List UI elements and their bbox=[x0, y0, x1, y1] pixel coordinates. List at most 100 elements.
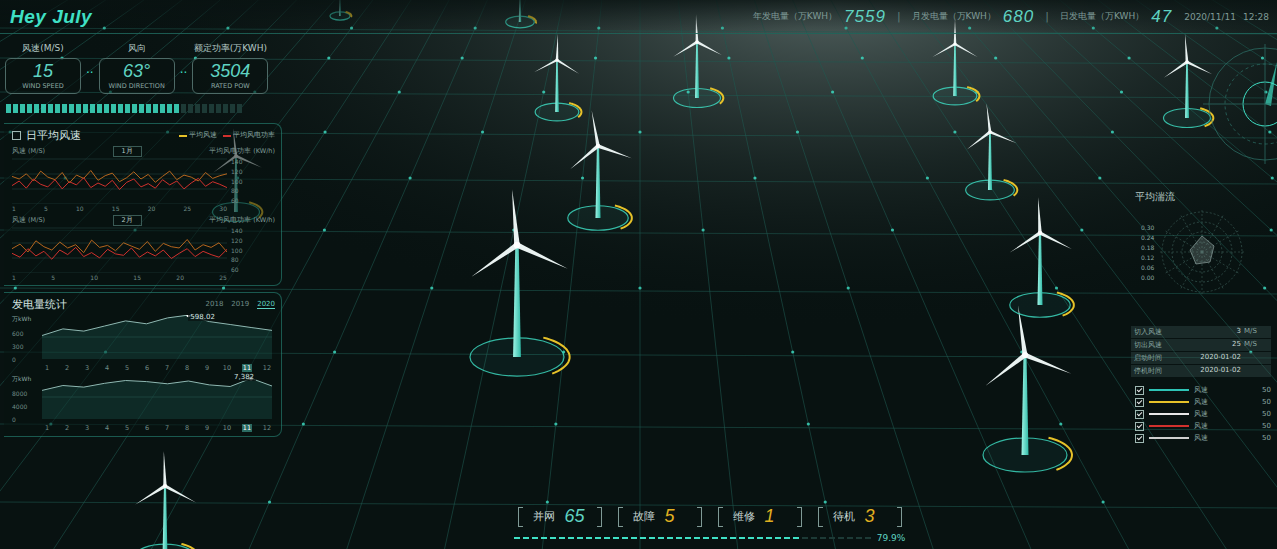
signal-segment bbox=[223, 104, 228, 113]
month-tick[interactable]: 3 bbox=[82, 364, 92, 372]
year-tab[interactable]: 2019 bbox=[231, 300, 249, 309]
wind-turbine[interactable] bbox=[1010, 197, 1074, 317]
wind-chart: 风速 (M/S) 1月 平均风电功率 (KW/h) 1401201008060 … bbox=[12, 146, 275, 212]
month-tick[interactable]: 10 bbox=[222, 424, 232, 432]
progress-segment bbox=[514, 537, 520, 539]
month-tick[interactable]: 6 bbox=[142, 424, 152, 432]
wind-turbine[interactable] bbox=[568, 111, 632, 231]
month-tick[interactable]: 5 bbox=[122, 364, 132, 372]
month-tick[interactable]: 7 bbox=[162, 424, 172, 432]
checkbox[interactable] bbox=[1135, 422, 1144, 431]
checkbox[interactable] bbox=[1135, 410, 1144, 419]
month-tick[interactable]: 1 bbox=[42, 424, 52, 432]
month-tick[interactable]: 2 bbox=[62, 424, 72, 432]
month-tick[interactable]: 6 bbox=[142, 364, 152, 372]
kpi-caption: RATED POW bbox=[211, 82, 250, 90]
month-tick[interactable]: 7 bbox=[162, 364, 172, 372]
month-tick[interactable]: 11 bbox=[242, 364, 252, 372]
stat-label: 日发电量（万KWH） bbox=[1060, 10, 1144, 23]
series-name: 风速 bbox=[1194, 385, 1208, 395]
signal-segment bbox=[69, 104, 74, 113]
year-tab[interactable]: 2018 bbox=[206, 300, 224, 309]
wind-turbine[interactable] bbox=[534, 34, 581, 121]
x-tick: 15 bbox=[133, 274, 141, 281]
month-tick[interactable]: 11 bbox=[242, 424, 252, 432]
month-tick[interactable]: 3 bbox=[82, 424, 92, 432]
chart-body: 万kWh 800040000 7,382 bbox=[12, 375, 275, 423]
month-tick[interactable]: 5 bbox=[122, 424, 132, 432]
parameter-label: 切出风速 bbox=[1134, 340, 1174, 350]
month-tick[interactable]: 12 bbox=[262, 364, 272, 372]
checkbox[interactable] bbox=[1135, 398, 1144, 407]
series-toggle-row[interactable]: 风速 50 bbox=[1135, 409, 1271, 419]
month-tick[interactable]: 2 bbox=[62, 364, 72, 372]
top-bar: Hey July 年发电量（万KWH） 7559| 月发电量（万KWH） 680… bbox=[0, 0, 1277, 34]
status-label: 维修 bbox=[733, 509, 755, 524]
y-tick: 600 bbox=[12, 330, 38, 337]
month-tick[interactable]: 8 bbox=[182, 424, 192, 432]
status-item: 并网 65 bbox=[518, 506, 602, 527]
signal-segment bbox=[216, 104, 221, 113]
status-value: 3 bbox=[865, 506, 887, 527]
month-tick[interactable]: 10 bbox=[222, 364, 232, 372]
line-chart bbox=[12, 158, 227, 204]
status-value: 1 bbox=[765, 506, 787, 527]
signal-segment bbox=[132, 104, 137, 113]
signal-segment bbox=[118, 104, 123, 113]
year-tabs: 2018 2019 2020 bbox=[206, 300, 275, 309]
panel-title: 日平均风速 bbox=[26, 128, 81, 143]
month-tick[interactable]: 12 bbox=[262, 424, 272, 432]
power-chart: 万kWh 6003000 598.02 123456789101112 bbox=[12, 315, 275, 372]
signal-segment bbox=[125, 104, 130, 113]
series-toggle-row[interactable]: 风速 50 bbox=[1135, 421, 1271, 431]
month-tick[interactable]: 9 bbox=[202, 424, 212, 432]
x-tick: 15 bbox=[112, 205, 120, 212]
progress-segment bbox=[604, 537, 610, 539]
status-label: 故障 bbox=[633, 509, 655, 524]
month-tag[interactable]: 1月 bbox=[113, 146, 142, 157]
month-tick[interactable]: 9 bbox=[202, 364, 212, 372]
x-tick: 10 bbox=[76, 205, 84, 212]
progress-segment bbox=[856, 537, 862, 539]
month-tick[interactable]: 1 bbox=[42, 364, 52, 372]
parameter-unit: M/S bbox=[1244, 327, 1268, 337]
wind-turbine[interactable] bbox=[135, 451, 198, 549]
status-item: 故障 5 bbox=[618, 506, 702, 527]
status-item: 待机 3 bbox=[818, 506, 902, 527]
month-tag[interactable]: 2月 bbox=[113, 215, 142, 226]
checkbox[interactable] bbox=[1135, 386, 1144, 395]
signal-segment bbox=[6, 104, 11, 113]
month-tick[interactable]: 4 bbox=[102, 364, 112, 372]
x-ticks: 151015202530 bbox=[12, 205, 227, 212]
signal-segment bbox=[27, 104, 32, 113]
header-stats: 年发电量（万KWH） 7559| 月发电量（万KWH） 680| 日发电量（万K… bbox=[753, 7, 1269, 27]
y-ticks: 1401201008060 bbox=[231, 158, 242, 204]
series-toggle-row[interactable]: 风速 50 bbox=[1135, 433, 1271, 443]
wind-turbine[interactable] bbox=[966, 103, 1018, 200]
month-tick[interactable]: 4 bbox=[102, 424, 112, 432]
series-toggle-row[interactable]: 风速 50 bbox=[1135, 397, 1271, 407]
y-tick: 0 bbox=[12, 416, 38, 423]
series-swatch bbox=[1149, 437, 1189, 439]
checkbox[interactable] bbox=[1135, 434, 1144, 443]
progress-segment bbox=[721, 537, 727, 539]
y-tick: 300 bbox=[12, 343, 38, 350]
signal-segment bbox=[13, 104, 18, 113]
month-tick[interactable]: 8 bbox=[182, 364, 192, 372]
wind-turbine[interactable] bbox=[470, 189, 570, 376]
progress-segment bbox=[712, 537, 718, 539]
radial-tick: 0.12 bbox=[1141, 254, 1154, 261]
wind-chart: 风速 (M/S) 2月 平均风电功率 (KW/h) 1401201008060 … bbox=[12, 215, 275, 281]
wind-turbine[interactable] bbox=[983, 306, 1072, 473]
legend-swatch bbox=[223, 135, 231, 137]
right-column: 平均湍流 0.300.240.180.120.060.00 切入风速 3 M/S… bbox=[1131, 34, 1277, 549]
signal-segment bbox=[111, 104, 116, 113]
progress-segment bbox=[568, 537, 574, 539]
progress-segment bbox=[811, 537, 817, 539]
series-toggle-row[interactable]: 风速 50 bbox=[1135, 385, 1271, 395]
signal-segment bbox=[230, 104, 235, 113]
wind-turbine[interactable] bbox=[1163, 34, 1213, 127]
year-tab[interactable]: 2020 bbox=[257, 300, 275, 309]
signal-segment bbox=[62, 104, 67, 113]
progress-segment bbox=[793, 537, 799, 539]
